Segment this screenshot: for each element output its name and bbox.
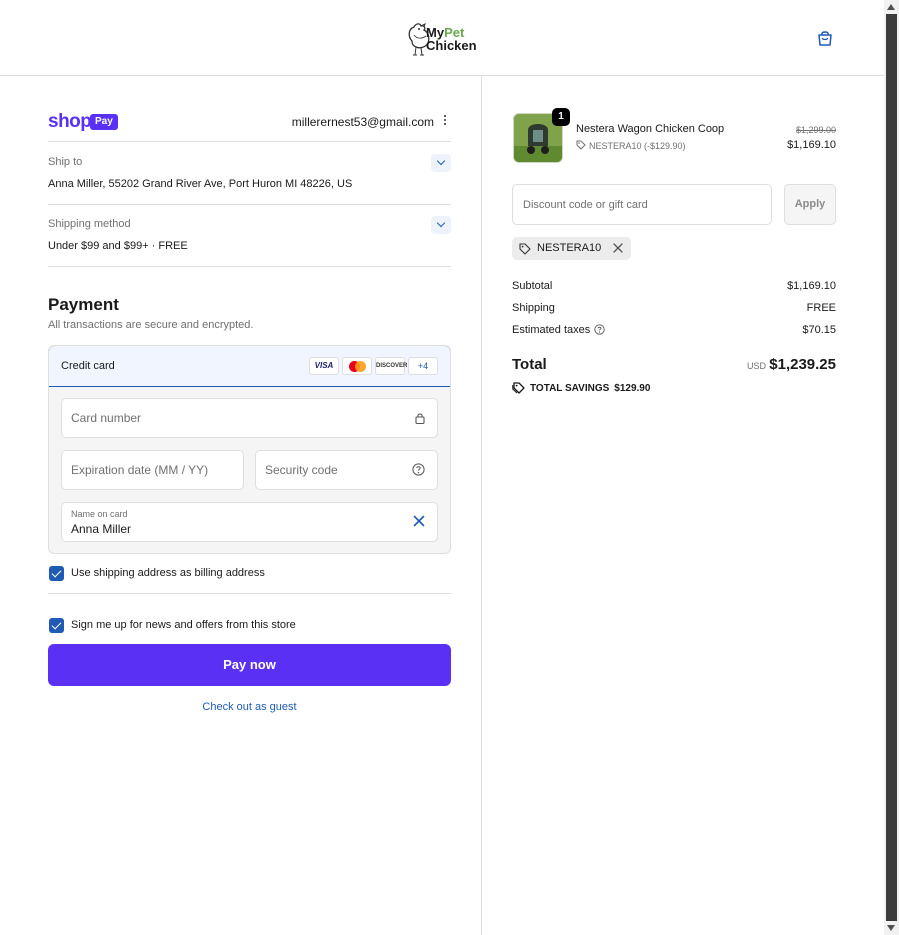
card-logos: VISA DISCOVER +4 [306,357,438,375]
divider [48,593,451,594]
ship-to-label: Ship to [48,156,83,168]
account-email: millerernest53@gmail.com [291,115,434,129]
discount-code-input[interactable] [513,185,771,224]
column-divider [481,76,482,935]
shipping-method-label: Shipping method [48,218,131,230]
credit-card-option[interactable]: Credit card VISA DISCOVER +4 [49,346,450,387]
applied-discount-code: NESTERA10 [537,242,602,254]
visa-icon: VISA [309,357,339,375]
tag-icon [576,140,586,150]
name-on-card-label: Name on card [71,509,128,519]
logo-wordmark: MyPet Chicken [426,26,477,52]
product-final-price: $1,169.10 [787,139,836,151]
shop-pay-badge: Pay [90,114,118,130]
mastercard-icon [342,357,372,375]
total-savings-label: TOTAL SAVINGS [530,383,610,394]
card-number-field[interactable]: Card number [61,398,438,438]
taxes-label: Estimated taxes [512,324,591,336]
checkout-as-guest-link[interactable]: Check out as guest [48,701,451,713]
product-discount-text: NESTERA10 (-$129.90) [589,141,686,151]
tag-icon [519,243,531,255]
scroll-up-arrow-icon[interactable] [887,4,895,10]
card-number-placeholder: Card number [71,411,142,425]
discover-icon: DISCOVER [375,357,407,375]
subtotal-label: Subtotal [512,280,553,292]
newsletter-label: Sign me up for news and offers from this… [71,619,296,631]
total-currency: USD [746,361,766,371]
payment-title: Payment [48,295,119,314]
account-menu-icon[interactable] [443,115,447,129]
expiration-date-field[interactable]: Expiration date (MM / YY) [61,450,244,490]
ship-to-value: Anna Miller, 55202 Grand River Ave, Port… [48,178,353,190]
newsletter-checkbox[interactable] [49,618,64,633]
total-savings: TOTAL SAVINGS $129.90 [512,381,650,394]
applied-discount-pill: NESTERA10 [512,237,632,260]
total-label: Total [512,356,547,373]
store-logo[interactable]: MyPet Chicken [404,17,480,59]
divider [48,204,451,205]
shop-pay-logo: shop [48,111,92,132]
credit-card-label: Credit card [61,360,115,372]
divider [48,266,451,267]
shipping-method-expand-button[interactable] [431,216,451,234]
scrollbar-thumb[interactable] [886,14,897,921]
logo-chicken: Chicken [426,38,477,53]
discount-code-field[interactable] [512,184,772,225]
taxes-value: $70.15 [802,324,836,336]
security-code-placeholder: Security code [265,463,338,477]
header: MyPet Chicken [0,0,884,76]
scroll-down-arrow-icon[interactable] [887,925,895,931]
product-original-price: $1,299.00 [795,125,836,135]
clear-icon[interactable] [413,515,425,527]
pay-now-button[interactable]: Pay now [48,644,451,686]
shipping-method-value: Under $99 and $99+ · FREE [48,240,188,252]
expiration-placeholder: Expiration date (MM / YY) [71,463,209,477]
apply-discount-button[interactable]: Apply [784,184,836,225]
product-discount: NESTERA10 (-$129.90) [576,140,686,151]
payment-subtitle: All transactions are secure and encrypte… [48,319,254,331]
divider [48,141,451,142]
billing-address-label: Use shipping address as billing address [71,567,265,579]
product-name: Nestera Wagon Chicken Coop [576,123,725,135]
total-savings-value: $129.90 [614,383,651,394]
shop-pay-account: shop Pay millerernest53@gmail.com [48,112,451,132]
security-code-field[interactable]: Security code [255,450,438,490]
shopping-bag-icon[interactable] [816,29,834,47]
shipping-label: Shipping [512,302,555,314]
payment-box: Credit card VISA DISCOVER +4 Card number E… [48,345,451,554]
name-on-card-value: Anna Miller [71,522,132,536]
savings-tag-icon [512,382,525,394]
name-on-card-field[interactable]: Name on card Anna Miller [61,502,438,542]
subtotal-value: $1,169.10 [787,280,836,292]
help-circle-icon[interactable] [412,463,425,476]
taxes-label-wrap: Estimated taxes [512,324,605,336]
shipping-value: FREE [806,302,836,314]
total-value: $1,239.25 [769,356,836,373]
quantity-badge: 1 [552,108,570,126]
scrollbar[interactable] [884,0,899,935]
billing-address-checkbox[interactable] [49,566,64,581]
ship-to-expand-button[interactable] [431,154,451,172]
help-circle-icon[interactable] [594,324,605,335]
remove-discount-icon[interactable] [613,243,623,253]
more-cards-badge[interactable]: +4 [408,357,438,375]
lock-icon [415,413,425,424]
